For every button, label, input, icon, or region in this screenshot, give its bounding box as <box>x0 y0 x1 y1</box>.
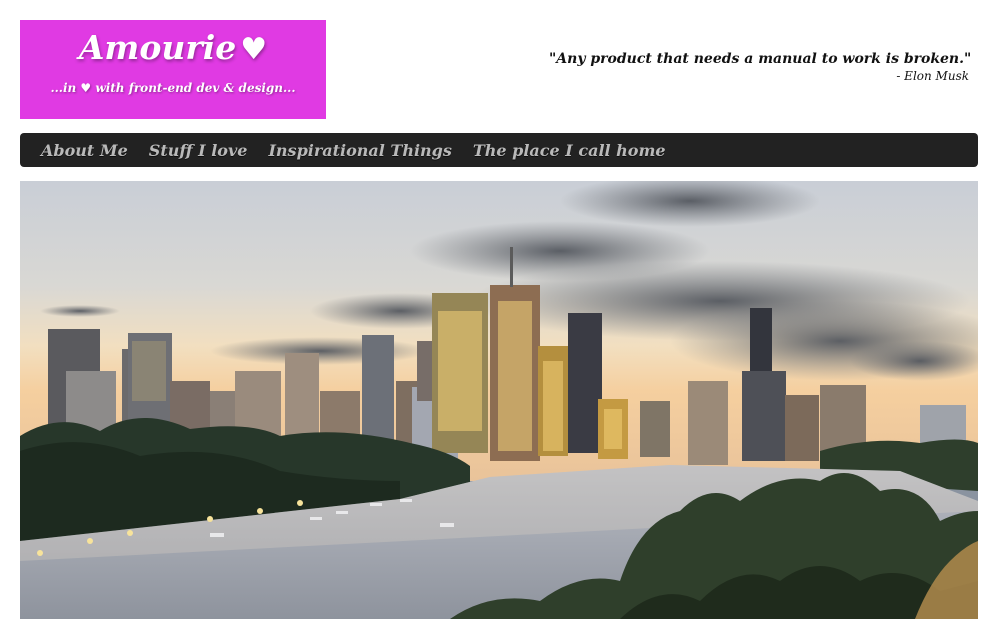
nav-stuff-i-love[interactable]: Stuff I love <box>149 141 248 160</box>
site-logo[interactable]: Amourie ♥ ...in ♥ with front-end dev & de… <box>20 20 326 119</box>
site-tagline: ...in ♥ with front-end dev & design... <box>50 81 296 95</box>
main-navbar: About Me Stuff I love Inspirational Thin… <box>20 133 978 167</box>
hero-image <box>20 181 978 619</box>
quote-author: - Elon Musk <box>896 69 969 83</box>
quote-text: "Any product that needs a manual to work… <box>549 51 972 67</box>
nav-inspirational-things[interactable]: Inspirational Things <box>268 141 451 160</box>
nav-place-i-call-home[interactable]: The place I call home <box>473 141 666 160</box>
site-title: Amourie ♥ <box>78 28 268 67</box>
nav-about-me[interactable]: About Me <box>41 141 128 160</box>
heart-icon: ♥ <box>240 32 268 67</box>
header-quote: "Any product that needs a manual to work… <box>549 49 972 84</box>
city-skyline-illustration <box>20 181 978 619</box>
